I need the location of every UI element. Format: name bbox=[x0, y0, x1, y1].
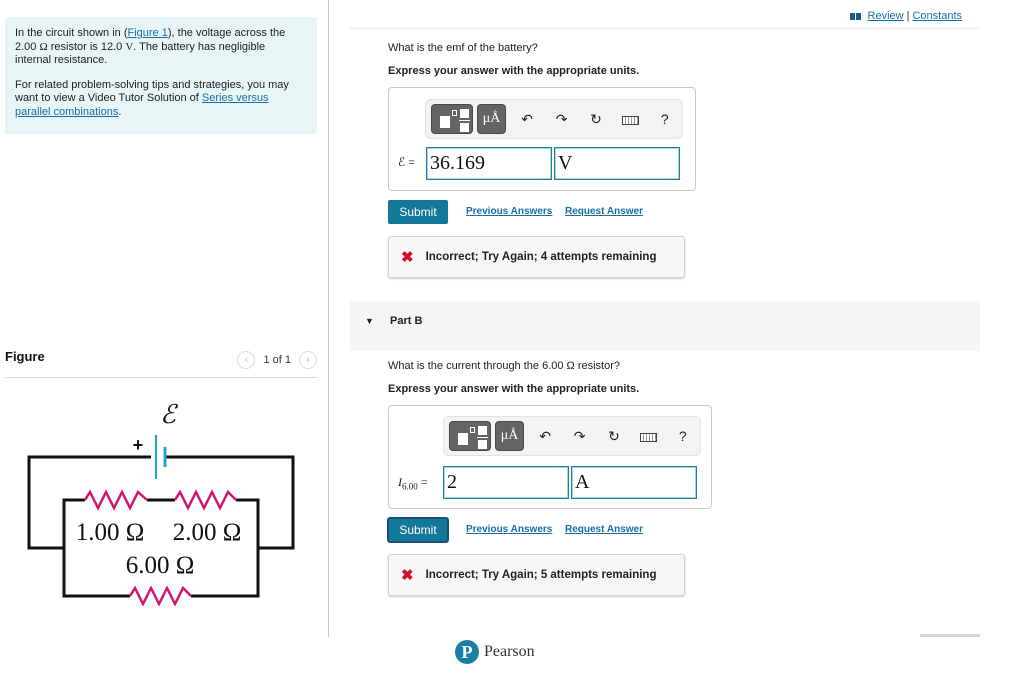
help-button[interactable]: ? bbox=[666, 428, 700, 444]
chevron-right-icon: › bbox=[306, 354, 310, 366]
part-a-request-answer-link[interactable]: Request Answer bbox=[565, 206, 643, 217]
problem-text: In the circuit shown in (Figure 1), the … bbox=[15, 27, 286, 66]
inner-loop-bottom-right bbox=[191, 548, 260, 598]
chevron-left-icon: ‹ bbox=[244, 354, 249, 366]
part-a-instruction: Express your answer with the appropriate… bbox=[388, 65, 640, 77]
pearson-logo-icon: P bbox=[455, 640, 479, 664]
undo-button[interactable]: ↶ bbox=[528, 428, 562, 445]
figure-title: Figure bbox=[5, 349, 45, 364]
inner-loop-bottom-left bbox=[62, 548, 130, 598]
help-icon: ? bbox=[678, 428, 687, 444]
part-a-question: What is the emf of the battery? bbox=[388, 42, 538, 54]
part-a-header-bar bbox=[350, 27, 980, 30]
pearson-brand: P Pearson bbox=[455, 640, 535, 664]
emf-value-input[interactable]: 36.169 bbox=[426, 147, 552, 180]
undo-button[interactable]: ↶ bbox=[510, 111, 544, 128]
undo-icon: ↶ bbox=[521, 110, 533, 127]
r2-label: 2.00 Ω bbox=[173, 519, 242, 546]
resistor-3 bbox=[128, 585, 192, 607]
part-a-feedback-text: Incorrect; Try Again; 4 attempts remaini… bbox=[425, 251, 657, 263]
circuit-diagram: ℰ + 1.00 Ω 2.00 Ω 6.00 Ω bbox=[27, 400, 295, 607]
part-b-instruction: Express your answer with the appropriate… bbox=[388, 383, 640, 395]
keyboard-icon bbox=[639, 432, 657, 442]
incorrect-x-icon: ✖ bbox=[401, 249, 414, 266]
video-tutor-text: For related problem-solving tips and str… bbox=[15, 78, 289, 118]
part-b-request-answer-link[interactable]: Request Answer bbox=[565, 524, 643, 535]
redo-button[interactable]: ↷ bbox=[562, 428, 596, 445]
review-link[interactable]: Review bbox=[868, 10, 904, 22]
problem-statement: In the circuit shown in (Figure 1), the … bbox=[5, 17, 317, 134]
units-button[interactable]: μÅ bbox=[477, 104, 506, 134]
resistor-1 bbox=[83, 489, 148, 511]
undo-icon: ↶ bbox=[539, 427, 551, 444]
part-a-feedback: ✖ Incorrect; Try Again; 4 attempts remai… bbox=[388, 236, 685, 278]
current-unit-input[interactable]: A bbox=[571, 466, 697, 499]
battery-icon bbox=[155, 435, 167, 479]
next-figure-button[interactable]: › bbox=[299, 351, 317, 369]
redo-button[interactable]: ↷ bbox=[544, 111, 578, 128]
figure-page-indicator: 1 of 1 bbox=[263, 354, 291, 366]
templates-button[interactable] bbox=[449, 421, 492, 451]
part-b-previous-answers-link[interactable]: Previous Answers bbox=[466, 524, 552, 535]
units-icon: μÅ bbox=[482, 111, 501, 126]
reset-icon: ↻ bbox=[608, 427, 620, 444]
part-a-previous-answers-link[interactable]: Previous Answers bbox=[466, 206, 552, 217]
previous-figure-button[interactable]: ‹ bbox=[237, 351, 256, 369]
figure-header: Figure ‹ 1 of 1 › bbox=[5, 348, 317, 378]
r3-label: 6.00 Ω bbox=[126, 552, 195, 579]
units-button[interactable]: μÅ bbox=[495, 421, 524, 451]
part-a-math-toolbar: μÅ ↶ ↷ ↻ ? bbox=[425, 99, 683, 139]
footer-divider bbox=[920, 634, 980, 637]
part-b-question: What is the current through the 6.00 Ω r… bbox=[388, 360, 621, 372]
part-b-math-toolbar: μÅ ↶ ↷ ↻ ? bbox=[443, 416, 701, 456]
emf-unit-input[interactable]: V bbox=[554, 147, 680, 180]
help-icon: ? bbox=[660, 111, 669, 127]
part-a-submit-button[interactable]: Submit bbox=[388, 200, 448, 224]
current-input-label: I6.00 = bbox=[398, 475, 428, 492]
redo-icon: ↷ bbox=[573, 427, 586, 444]
resistors bbox=[83, 489, 237, 607]
emf-input-label: ℰ = bbox=[398, 155, 416, 169]
reset-icon: ↻ bbox=[590, 110, 602, 127]
keyboard-button[interactable] bbox=[613, 111, 647, 127]
keyboard-icon bbox=[621, 115, 639, 125]
part-b-title: Part B bbox=[390, 315, 423, 327]
panel-divider[interactable] bbox=[328, 0, 329, 637]
resistor-2 bbox=[173, 489, 237, 511]
keyboard-button[interactable] bbox=[631, 428, 665, 444]
help-button[interactable]: ? bbox=[648, 111, 682, 127]
figure-1-link[interactable]: Figure 1 bbox=[128, 27, 168, 39]
pearson-name: Pearson bbox=[484, 643, 535, 660]
part-a-answer-box: μÅ ↶ ↷ ↻ ? ℰ = 36.169 V bbox=[388, 87, 696, 191]
figure-pager: ‹ 1 of 1 › bbox=[237, 351, 317, 369]
collapse-triangle-icon: ▼ bbox=[365, 316, 374, 326]
part-b-answer-box: μÅ ↶ ↷ ↻ ? I6.00 = 2 A bbox=[388, 405, 712, 509]
book-icon bbox=[849, 12, 861, 20]
part-b-feedback: ✖ Incorrect; Try Again; 5 attempts remai… bbox=[388, 554, 685, 596]
redo-icon: ↷ bbox=[555, 110, 568, 127]
emf-symbol: ℰ bbox=[160, 400, 178, 429]
incorrect-x-icon: ✖ bbox=[401, 567, 414, 584]
current-value-input[interactable]: 2 bbox=[443, 466, 569, 499]
templates-button[interactable] bbox=[431, 104, 474, 134]
part-b-submit-button[interactable]: Submit bbox=[387, 517, 449, 543]
review-constants-links: Review | Constants bbox=[849, 10, 962, 22]
constants-link[interactable]: Constants bbox=[912, 10, 962, 22]
reset-button[interactable]: ↻ bbox=[597, 428, 631, 445]
part-b-feedback-text: Incorrect; Try Again; 5 attempts remaini… bbox=[425, 569, 657, 581]
r1-label: 1.00 Ω bbox=[76, 519, 145, 546]
plus-sign: + bbox=[133, 435, 144, 455]
part-b-header[interactable]: ▼ Part B bbox=[350, 301, 980, 351]
units-icon: μÅ bbox=[500, 428, 519, 443]
reset-button[interactable]: ↻ bbox=[579, 111, 613, 128]
